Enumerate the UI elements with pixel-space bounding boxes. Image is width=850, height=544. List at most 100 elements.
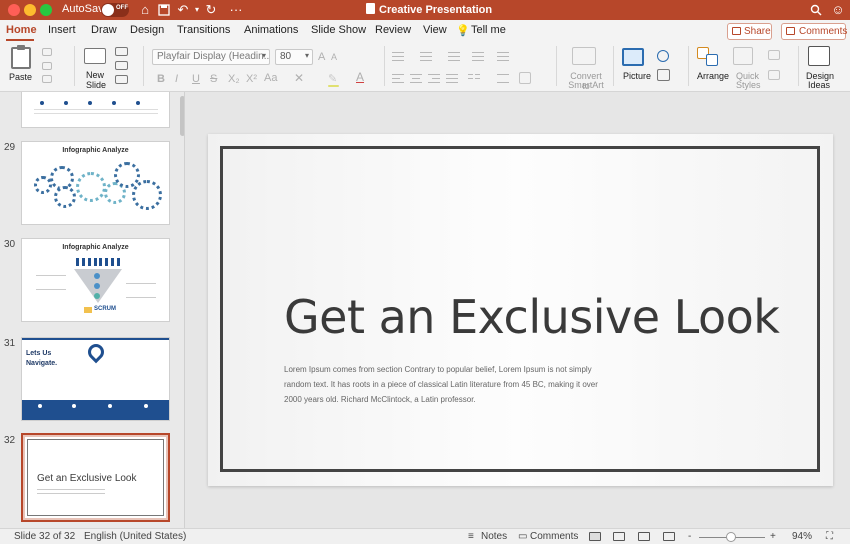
slide-number-30: 30 bbox=[4, 239, 16, 250]
tell-me-field[interactable]: Tell me bbox=[471, 24, 506, 36]
search-icon[interactable] bbox=[808, 2, 824, 18]
zoom-out-button[interactable]: - bbox=[688, 531, 691, 542]
layout-icon[interactable] bbox=[115, 47, 128, 56]
paste-label: Paste bbox=[9, 72, 33, 82]
ribbon-toolbar: Paste New Slide Playfair Display (Headin… bbox=[0, 42, 850, 92]
shape-outline-icon[interactable] bbox=[768, 70, 780, 80]
tab-animations[interactable]: Animations bbox=[244, 24, 298, 36]
font-color-button[interactable]: A bbox=[356, 70, 364, 84]
tab-view[interactable]: View bbox=[423, 24, 447, 36]
slide-thumbnail-32[interactable]: Get an Exclusive Look bbox=[21, 433, 170, 522]
font-size-select[interactable]: 80 ▾ bbox=[275, 49, 313, 65]
increase-font-size-button[interactable]: A bbox=[318, 51, 325, 63]
autosave-toggle[interactable]: OFF bbox=[101, 3, 129, 17]
gear-icon bbox=[54, 186, 76, 208]
decrease-font-size-button[interactable]: A bbox=[331, 52, 337, 62]
slide-thumbnail-31[interactable]: Lets Us Navigate. bbox=[21, 337, 170, 421]
format-painter-icon[interactable] bbox=[42, 75, 52, 83]
ribbon-separator bbox=[74, 46, 75, 86]
slide-sorter-icon[interactable] bbox=[613, 532, 625, 541]
clear-formatting-icon[interactable]: ✕ bbox=[294, 71, 304, 85]
zoom-window-button[interactable] bbox=[40, 4, 52, 16]
slide-number-31: 31 bbox=[4, 338, 16, 349]
tab-slide-show[interactable]: Slide Show bbox=[311, 24, 366, 36]
slide-31-footer-bar bbox=[22, 400, 169, 420]
share-icon bbox=[732, 27, 741, 35]
shapes-icon[interactable] bbox=[657, 50, 669, 62]
bold-button[interactable]: B bbox=[157, 73, 165, 85]
superscript-button[interactable]: X² bbox=[246, 73, 257, 85]
slide-30-title: Infographic Analyze bbox=[62, 244, 129, 251]
toggle-knob bbox=[102, 4, 114, 16]
underline-button[interactable]: U bbox=[192, 73, 200, 85]
ribbon-separator bbox=[384, 46, 385, 86]
slide-title[interactable]: Get an Exclusive Look bbox=[284, 290, 804, 344]
font-name-select[interactable]: Playfair Display (Headin... ▾ bbox=[152, 49, 270, 65]
slide-number-29: 29 bbox=[4, 142, 16, 153]
design-ideas-label-2: Ideas bbox=[808, 80, 831, 90]
text-box-icon[interactable] bbox=[657, 69, 670, 81]
home-icon[interactable]: ⌂ bbox=[137, 2, 153, 18]
tell-me-lightbulb-icon[interactable]: 💡 bbox=[456, 24, 470, 37]
zoom-slider-knob[interactable] bbox=[726, 532, 736, 542]
share-button[interactable]: Share bbox=[727, 23, 772, 40]
comments-status-button[interactable]: Comments bbox=[530, 531, 578, 542]
minimize-window-button[interactable] bbox=[24, 4, 36, 16]
tab-insert[interactable]: Insert bbox=[48, 24, 76, 36]
reading-view-icon[interactable] bbox=[638, 532, 650, 541]
design-ideas-icon bbox=[808, 46, 830, 66]
slide-31-title-1: Lets Us bbox=[26, 350, 52, 357]
current-slide[interactable]: Get an Exclusive Look Lorem Ipsum comes … bbox=[208, 134, 833, 486]
document-title-text: Creative Presentation bbox=[379, 4, 493, 16]
zoom-in-button[interactable]: + bbox=[770, 531, 776, 542]
save-icon[interactable] bbox=[156, 2, 172, 18]
quick-styles-label-2: Styles bbox=[736, 80, 761, 90]
shape-fill-icon[interactable] bbox=[768, 50, 780, 60]
slide-29-title: Infographic Analyze bbox=[62, 147, 129, 154]
tab-draw[interactable]: Draw bbox=[91, 24, 117, 36]
more-options-icon[interactable]: ··· bbox=[228, 2, 244, 18]
document-title: Creative Presentation bbox=[366, 3, 492, 16]
document-icon bbox=[366, 3, 375, 14]
comment-status-icon[interactable]: ▭ bbox=[518, 531, 527, 542]
highlight-icon[interactable]: ✎ bbox=[328, 72, 337, 85]
align-text-icon[interactable] bbox=[519, 72, 531, 84]
italic-button[interactable]: I bbox=[175, 73, 178, 85]
subscript-button[interactable]: X₂ bbox=[228, 73, 240, 85]
slideshow-view-icon[interactable] bbox=[663, 532, 675, 541]
chevron-down-icon: ▾ bbox=[304, 51, 309, 60]
comments-button[interactable]: Comments bbox=[781, 23, 847, 40]
tab-review[interactable]: Review bbox=[375, 24, 411, 36]
convert-label-2: SmartArt bbox=[568, 80, 604, 90]
slide-thumbnail-30[interactable]: Infographic Analyze SCRUM bbox=[21, 238, 170, 322]
ribbon-separator bbox=[688, 46, 689, 86]
language-indicator[interactable]: English (United States) bbox=[84, 531, 186, 542]
section-icon[interactable] bbox=[115, 75, 128, 84]
slide-thumbnail-28[interactable] bbox=[21, 92, 170, 128]
tab-home[interactable]: Home bbox=[6, 24, 37, 36]
slide-28-content bbox=[34, 99, 158, 119]
tab-transitions[interactable]: Transitions bbox=[177, 24, 230, 36]
font-size-value: 80 bbox=[280, 51, 292, 62]
font-name-value: Playfair Display (Headin... bbox=[157, 51, 270, 62]
feedback-smiley-icon[interactable]: ☺ bbox=[830, 2, 846, 18]
paste-clipboard-icon bbox=[11, 45, 31, 69]
copy-icon[interactable] bbox=[42, 62, 52, 70]
slide-thumbnail-29[interactable]: Infographic Analyze bbox=[21, 141, 170, 225]
redo-icon[interactable]: ↻ bbox=[203, 2, 219, 18]
close-window-button[interactable] bbox=[8, 4, 20, 16]
strikethrough-button[interactable]: S bbox=[210, 73, 217, 85]
cut-icon[interactable] bbox=[42, 48, 52, 56]
zoom-level[interactable]: 94% bbox=[792, 531, 812, 542]
normal-view-icon[interactable] bbox=[589, 532, 601, 541]
reset-slide-icon[interactable] bbox=[115, 61, 128, 70]
new-slide-label-2: Slide bbox=[86, 80, 107, 90]
picture-icon bbox=[622, 48, 644, 66]
slide-body-text[interactable]: Lorem Ipsum comes from section Contrary … bbox=[284, 362, 604, 407]
notes-button[interactable]: Notes bbox=[481, 531, 507, 542]
notes-icon[interactable]: ≡ bbox=[468, 531, 474, 542]
tab-design[interactable]: Design bbox=[130, 24, 164, 36]
thumbnail-scrollbar[interactable] bbox=[180, 96, 184, 136]
change-case-button[interactable]: Aa bbox=[264, 72, 277, 84]
fit-to-window-icon[interactable]: ⛶ bbox=[826, 531, 833, 542]
